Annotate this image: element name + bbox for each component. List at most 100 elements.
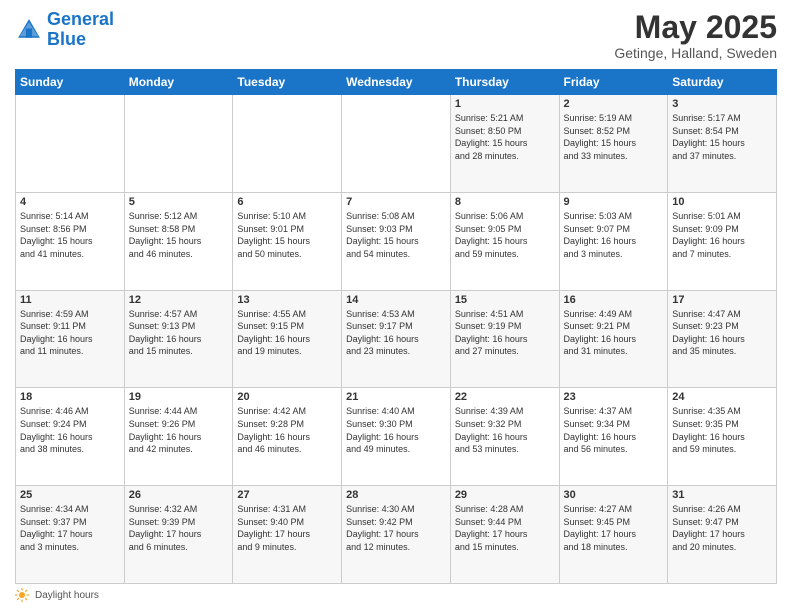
day-number: 21 <box>346 391 446 403</box>
calendar-cell: 1Sunrise: 5:21 AM Sunset: 8:50 PM Daylig… <box>450 95 559 193</box>
day-info: Sunrise: 4:46 AM Sunset: 9:24 PM Dayligh… <box>20 405 120 455</box>
day-number: 28 <box>346 489 446 501</box>
header: General Blue May 2025 Getinge, Halland, … <box>15 10 777 61</box>
day-number: 11 <box>20 294 120 306</box>
day-number: 15 <box>455 294 555 306</box>
day-info: Sunrise: 4:49 AM Sunset: 9:21 PM Dayligh… <box>564 308 664 358</box>
day-info: Sunrise: 5:12 AM Sunset: 8:58 PM Dayligh… <box>129 210 229 260</box>
calendar-cell <box>233 95 342 193</box>
day-info: Sunrise: 4:30 AM Sunset: 9:42 PM Dayligh… <box>346 503 446 553</box>
day-info: Sunrise: 5:01 AM Sunset: 9:09 PM Dayligh… <box>672 210 772 260</box>
day-info: Sunrise: 4:40 AM Sunset: 9:30 PM Dayligh… <box>346 405 446 455</box>
day-info: Sunrise: 4:55 AM Sunset: 9:15 PM Dayligh… <box>237 308 337 358</box>
calendar-cell: 29 Sunrise: 4:28 AM Sunset: 9:44 PM Dayli… <box>450 486 559 584</box>
calendar-cell: 9 Sunrise: 5:03 AM Sunset: 9:07 PM Daylig… <box>559 192 668 290</box>
day-info: Sunrise: 5:21 AM Sunset: 8:50 PM Dayligh… <box>455 112 555 162</box>
day-number: 14 <box>346 294 446 306</box>
calendar-cell: 13 Sunrise: 4:55 AM Sunset: 9:15 PM Dayli… <box>233 290 342 388</box>
calendar-cell: 30 Sunrise: 4:27 AM Sunset: 9:45 PM Dayli… <box>559 486 668 584</box>
subtitle: Getinge, Halland, Sweden <box>614 45 777 61</box>
day-info: Sunrise: 5:06 AM Sunset: 9:05 PM Dayligh… <box>455 210 555 260</box>
col-header-saturday: Saturday <box>668 70 777 95</box>
day-number: 25 <box>20 489 120 501</box>
day-number: 30 <box>564 489 664 501</box>
day-info: Sunrise: 4:26 AM Sunset: 9:47 PM Dayligh… <box>672 503 772 553</box>
day-info: Sunrise: 5:19 AM Sunset: 8:52 PM Dayligh… <box>564 112 664 162</box>
day-number: 27 <box>237 489 337 501</box>
calendar-cell <box>124 95 233 193</box>
logo: General Blue <box>15 10 114 50</box>
calendar-cell: 17 Sunrise: 4:47 AM Sunset: 9:23 PM Dayli… <box>668 290 777 388</box>
day-info: Sunrise: 4:27 AM Sunset: 9:45 PM Dayligh… <box>564 503 664 553</box>
day-number: 18 <box>20 391 120 403</box>
calendar-cell <box>16 95 125 193</box>
logo-icon <box>15 16 43 44</box>
col-header-friday: Friday <box>559 70 668 95</box>
col-header-sunday: Sunday <box>16 70 125 95</box>
day-info: Sunrise: 4:47 AM Sunset: 9:23 PM Dayligh… <box>672 308 772 358</box>
day-number: 13 <box>237 294 337 306</box>
day-number: 5 <box>129 196 229 208</box>
day-number: 10 <box>672 196 772 208</box>
main-title: May 2025 <box>614 10 777 45</box>
day-number: 3 <box>672 98 772 110</box>
calendar-cell: 23Sunrise: 4:37 AM Sunset: 9:34 PM Dayli… <box>559 388 668 486</box>
col-header-thursday: Thursday <box>450 70 559 95</box>
page: General Blue May 2025 Getinge, Halland, … <box>0 0 792 612</box>
week-row-2: 4Sunrise: 5:14 AM Sunset: 8:56 PM Daylig… <box>16 192 777 290</box>
day-number: 12 <box>129 294 229 306</box>
calendar-cell: 26 Sunrise: 4:32 AM Sunset: 9:39 PM Dayli… <box>124 486 233 584</box>
day-number: 9 <box>564 196 664 208</box>
day-number: 8 <box>455 196 555 208</box>
day-info: Sunrise: 4:51 AM Sunset: 9:19 PM Dayligh… <box>455 308 555 358</box>
calendar-cell: 4Sunrise: 5:14 AM Sunset: 8:56 PM Daylig… <box>16 192 125 290</box>
footer-note: Daylight hours <box>15 588 777 602</box>
day-info: Sunrise: 4:28 AM Sunset: 9:44 PM Dayligh… <box>455 503 555 553</box>
calendar-cell: 2 Sunrise: 5:19 AM Sunset: 8:52 PM Daylig… <box>559 95 668 193</box>
calendar-cell: 15 Sunrise: 4:51 AM Sunset: 9:19 PM Dayli… <box>450 290 559 388</box>
day-info: Sunrise: 4:57 AM Sunset: 9:13 PM Dayligh… <box>129 308 229 358</box>
day-info: Sunrise: 5:10 AM Sunset: 9:01 PM Dayligh… <box>237 210 337 260</box>
calendar-cell: 7Sunrise: 5:08 AM Sunset: 9:03 PM Daylig… <box>342 192 451 290</box>
calendar-cell: 5 Sunrise: 5:12 AM Sunset: 8:58 PM Daylig… <box>124 192 233 290</box>
title-block: May 2025 Getinge, Halland, Sweden <box>614 10 777 61</box>
calendar-cell: 20Sunrise: 4:42 AM Sunset: 9:28 PM Dayli… <box>233 388 342 486</box>
day-info: Sunrise: 4:35 AM Sunset: 9:35 PM Dayligh… <box>672 405 772 455</box>
footer: Daylight hours <box>15 588 777 602</box>
calendar-cell: 19Sunrise: 4:44 AM Sunset: 9:26 PM Dayli… <box>124 388 233 486</box>
day-info: Sunrise: 4:32 AM Sunset: 9:39 PM Dayligh… <box>129 503 229 553</box>
week-row-4: 18 Sunrise: 4:46 AM Sunset: 9:24 PM Dayli… <box>16 388 777 486</box>
day-info: Sunrise: 5:17 AM Sunset: 8:54 PM Dayligh… <box>672 112 772 162</box>
calendar-cell: 27 Sunrise: 4:31 AM Sunset: 9:40 PM Dayli… <box>233 486 342 584</box>
day-info: Sunrise: 4:53 AM Sunset: 9:17 PM Dayligh… <box>346 308 446 358</box>
logo-blue: Blue <box>47 29 86 49</box>
sun-icon <box>15 588 29 602</box>
calendar-cell: 16Sunrise: 4:49 AM Sunset: 9:21 PM Dayli… <box>559 290 668 388</box>
day-info: Sunrise: 4:39 AM Sunset: 9:32 PM Dayligh… <box>455 405 555 455</box>
calendar-cell: 24 Sunrise: 4:35 AM Sunset: 9:35 PM Dayli… <box>668 388 777 486</box>
col-header-tuesday: Tuesday <box>233 70 342 95</box>
calendar-cell: 21 Sunrise: 4:40 AM Sunset: 9:30 PM Dayli… <box>342 388 451 486</box>
day-number: 29 <box>455 489 555 501</box>
calendar-cell: 31Sunrise: 4:26 AM Sunset: 9:47 PM Dayli… <box>668 486 777 584</box>
week-row-5: 25 Sunrise: 4:34 AM Sunset: 9:37 PM Dayli… <box>16 486 777 584</box>
calendar-cell: 28 Sunrise: 4:30 AM Sunset: 9:42 PM Dayli… <box>342 486 451 584</box>
calendar-cell: 6Sunrise: 5:10 AM Sunset: 9:01 PM Daylig… <box>233 192 342 290</box>
day-info: Sunrise: 4:44 AM Sunset: 9:26 PM Dayligh… <box>129 405 229 455</box>
logo-general: General <box>47 9 114 29</box>
day-number: 24 <box>672 391 772 403</box>
day-info: Sunrise: 5:03 AM Sunset: 9:07 PM Dayligh… <box>564 210 664 260</box>
day-info: Sunrise: 4:34 AM Sunset: 9:37 PM Dayligh… <box>20 503 120 553</box>
day-number: 2 <box>564 98 664 110</box>
calendar-cell: 3 Sunrise: 5:17 AM Sunset: 8:54 PM Daylig… <box>668 95 777 193</box>
day-info: Sunrise: 4:59 AM Sunset: 9:11 PM Dayligh… <box>20 308 120 358</box>
day-info: Sunrise: 4:31 AM Sunset: 9:40 PM Dayligh… <box>237 503 337 553</box>
day-number: 17 <box>672 294 772 306</box>
day-info: Sunrise: 5:14 AM Sunset: 8:56 PM Dayligh… <box>20 210 120 260</box>
day-number: 26 <box>129 489 229 501</box>
week-row-1: 1Sunrise: 5:21 AM Sunset: 8:50 PM Daylig… <box>16 95 777 193</box>
day-number: 22 <box>455 391 555 403</box>
col-header-monday: Monday <box>124 70 233 95</box>
calendar-table: SundayMondayTuesdayWednesdayThursdayFrid… <box>15 69 777 584</box>
calendar-cell: 8 Sunrise: 5:06 AM Sunset: 9:05 PM Daylig… <box>450 192 559 290</box>
